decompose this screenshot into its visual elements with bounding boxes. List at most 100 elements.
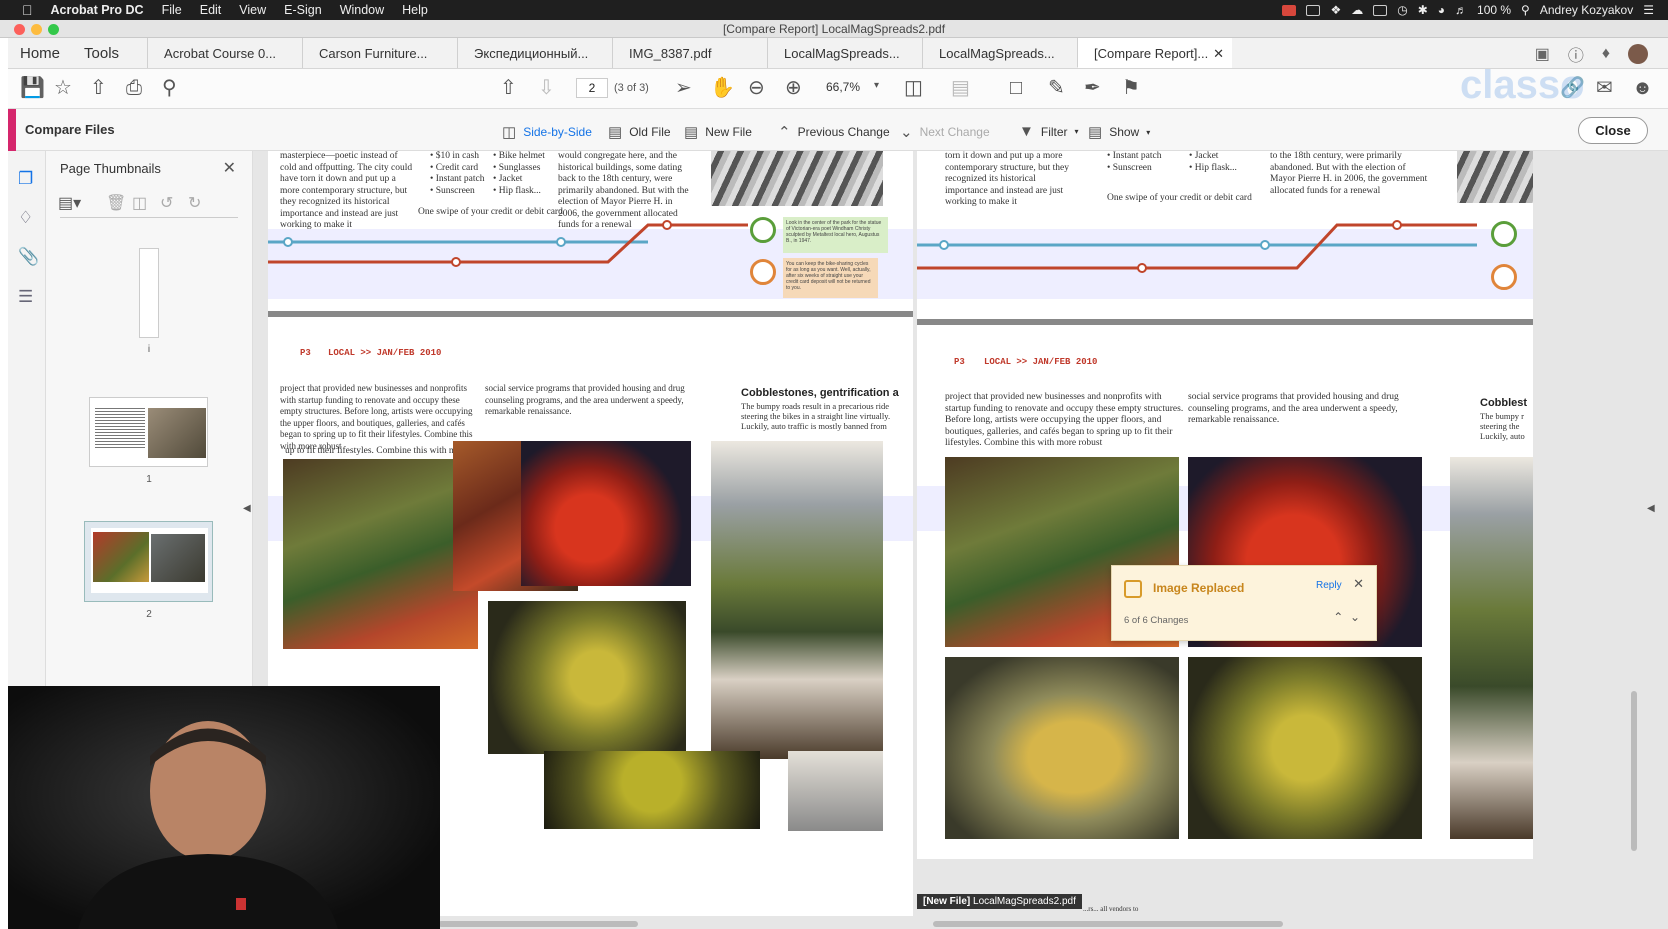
share-screen-icon[interactable]: ▣ bbox=[1535, 44, 1550, 64]
attachment-icon[interactable]: 📎 bbox=[18, 247, 39, 267]
reply-link[interactable]: Reply bbox=[1316, 580, 1342, 591]
doc-tab-active[interactable]: [Compare Report]... ✕ bbox=[1077, 38, 1233, 68]
close-popup-icon[interactable]: ✕ bbox=[1353, 576, 1364, 592]
next-change-button[interactable]: ⌄ Next Change bbox=[900, 123, 990, 141]
show-button[interactable]: ▤ Show ▾ bbox=[1088, 123, 1150, 141]
bookmark-icon[interactable]: ♢ bbox=[18, 208, 33, 228]
thumbnail-options-icon[interactable]: ▤▾ bbox=[58, 193, 81, 213]
checklist: • Jacket • Hip flask... bbox=[1189, 151, 1254, 174]
help-icon[interactable]: ⓘ bbox=[1568, 42, 1584, 66]
previous-change-button[interactable]: ⌃ Previous Change bbox=[778, 123, 890, 141]
document-area[interactable]: masterpiece—poetic instead of cold and o… bbox=[243, 151, 1668, 929]
wifi-icon[interactable]: ◕ bbox=[1438, 3, 1445, 17]
insert-page-icon[interactable]: ◫ bbox=[132, 193, 147, 213]
menu-window[interactable]: Window bbox=[340, 3, 384, 17]
scroll-mode-icon[interactable]: ▤ bbox=[951, 77, 970, 99]
star-icon[interactable]: ☆ bbox=[54, 77, 72, 99]
upload-icon[interactable]: ⇧ bbox=[90, 77, 107, 99]
volume-icon[interactable]: ♬ bbox=[1455, 3, 1467, 17]
close-tab-icon[interactable]: ✕ bbox=[1213, 38, 1224, 67]
bell-icon[interactable]: ♦ bbox=[1602, 45, 1610, 63]
doc-tab[interactable]: LocalMagSpreads... bbox=[922, 38, 1077, 68]
doc-tab[interactable]: Carson Furniture... bbox=[302, 38, 457, 68]
menu-edit[interactable]: Edit bbox=[200, 3, 222, 17]
close-compare-button[interactable]: Close bbox=[1578, 117, 1648, 144]
rotate-right-icon[interactable]: ↻ bbox=[188, 193, 201, 213]
page-thumbnail[interactable] bbox=[139, 248, 159, 338]
pen-icon[interactable]: ✎ bbox=[1048, 77, 1065, 99]
checklist-item: • Sunscreen bbox=[430, 185, 475, 196]
side-by-side-button[interactable]: ◫ Side-by-Side bbox=[502, 123, 592, 141]
zoom-out-icon[interactable]: ⊖ bbox=[748, 77, 765, 99]
comment-icon[interactable]: □ bbox=[1010, 77, 1022, 99]
spotlight-icon[interactable]: ⚲ bbox=[1521, 3, 1530, 17]
menu-esign[interactable]: E-Sign bbox=[284, 3, 322, 17]
change-popup[interactable]: Image Replaced Reply ✕ 6 of 6 Changes ⌃ … bbox=[1111, 565, 1377, 641]
prev-page-icon[interactable]: ⇧ bbox=[500, 77, 517, 99]
dropbox-icon[interactable]: ❖ bbox=[1330, 3, 1341, 17]
thumbnails-icon[interactable]: ❐ bbox=[18, 169, 33, 189]
minimize-window-icon[interactable] bbox=[31, 24, 42, 35]
chevron-down-icon[interactable]: ⌄ bbox=[1350, 610, 1360, 624]
select-icon[interactable]: ➢ bbox=[675, 77, 692, 99]
old-file-button[interactable]: ▤ Old File bbox=[608, 123, 671, 141]
new-file-name: LocalMagSpreads2.pdf bbox=[973, 896, 1076, 907]
hand-icon[interactable]: ✋ bbox=[710, 77, 735, 99]
screen-icon[interactable] bbox=[1373, 4, 1388, 16]
menu-help[interactable]: Help bbox=[402, 3, 428, 17]
filter-label: Filter bbox=[1040, 124, 1068, 139]
tools-tab[interactable]: Tools bbox=[72, 38, 131, 68]
collapse-right-icon[interactable]: ◀ bbox=[1647, 503, 1655, 514]
delete-icon[interactable]: 🗑 bbox=[106, 193, 126, 213]
doc-tab[interactable]: Экспедиционный... bbox=[457, 38, 612, 68]
doc-tab[interactable]: IMG_8387.pdf bbox=[612, 38, 767, 68]
doc-tab[interactable]: Acrobat Course 0... bbox=[147, 38, 302, 68]
search-icon[interactable]: ⚲ bbox=[162, 77, 177, 99]
page-thumbnail[interactable] bbox=[89, 397, 208, 467]
save-icon[interactable]: 💾 bbox=[20, 77, 45, 99]
vertical-scrollbar[interactable] bbox=[1631, 691, 1637, 851]
zoom-window-icon[interactable] bbox=[48, 24, 59, 35]
status-app-icon[interactable] bbox=[1282, 4, 1297, 16]
zoom-dropdown-icon[interactable]: ▾ bbox=[874, 80, 879, 91]
bluetooth-icon[interactable]: ✱ bbox=[1418, 3, 1428, 17]
chevron-up-icon[interactable]: ⌃ bbox=[1333, 610, 1343, 624]
checklist-text: Credit card bbox=[435, 162, 479, 173]
close-window-icon[interactable] bbox=[14, 24, 25, 35]
page-thumbnail-selected[interactable] bbox=[84, 521, 213, 602]
horizontal-scrollbar-right[interactable] bbox=[933, 921, 1283, 927]
filter-button[interactable]: ▼ Filter ▾ bbox=[1019, 123, 1079, 140]
layers-icon[interactable]: ☰ bbox=[18, 287, 33, 307]
article-text: The bumpy r steering the Luckily, auto bbox=[1480, 411, 1525, 441]
battery-status[interactable]: 100 % bbox=[1477, 3, 1511, 17]
market-vendor-photo bbox=[283, 459, 478, 649]
avatar[interactable] bbox=[1628, 43, 1648, 64]
rotate-left-icon[interactable]: ↺ bbox=[160, 193, 173, 213]
print-icon[interactable]: ⎙ bbox=[126, 77, 142, 99]
apple-icon[interactable]:  bbox=[22, 2, 33, 18]
zoom-in-icon[interactable]: ⊕ bbox=[785, 77, 802, 99]
document-icon: ▤ bbox=[608, 124, 623, 141]
doc-tab[interactable]: LocalMagSpreads... bbox=[767, 38, 922, 68]
stamp-icon[interactable]: ⚑ bbox=[1122, 77, 1140, 99]
horizontal-scrollbar-left[interactable] bbox=[438, 921, 638, 927]
time-machine-icon[interactable]: ◷ bbox=[1397, 3, 1407, 17]
home-tab[interactable]: Home bbox=[8, 38, 72, 68]
cloud-icon[interactable]: ☁ bbox=[1351, 3, 1363, 17]
close-panel-icon[interactable]: ✕ bbox=[223, 158, 236, 178]
user-add-icon[interactable]: ☻ bbox=[1632, 77, 1653, 99]
menu-app-name[interactable]: Acrobat Pro DC bbox=[51, 3, 144, 17]
display-icon[interactable] bbox=[1306, 4, 1321, 16]
collapse-left-icon[interactable]: ◀ bbox=[243, 503, 251, 514]
sign-icon[interactable]: ✒ bbox=[1084, 77, 1101, 99]
next-page-icon[interactable]: ⇩ bbox=[538, 77, 555, 99]
user-name[interactable]: Andrey Kozyakov bbox=[1540, 3, 1633, 17]
new-file-button[interactable]: ▤ New File bbox=[684, 123, 752, 141]
berries-photo bbox=[521, 441, 691, 586]
fit-page-icon[interactable]: ◫ bbox=[904, 77, 923, 99]
page-number-input[interactable]: 2 bbox=[576, 78, 608, 98]
zoom-level[interactable]: 66,7% bbox=[826, 80, 860, 94]
notification-list-icon[interactable]: ☰ bbox=[1643, 3, 1654, 17]
menu-view[interactable]: View bbox=[239, 3, 266, 17]
menu-file[interactable]: File bbox=[162, 3, 182, 17]
